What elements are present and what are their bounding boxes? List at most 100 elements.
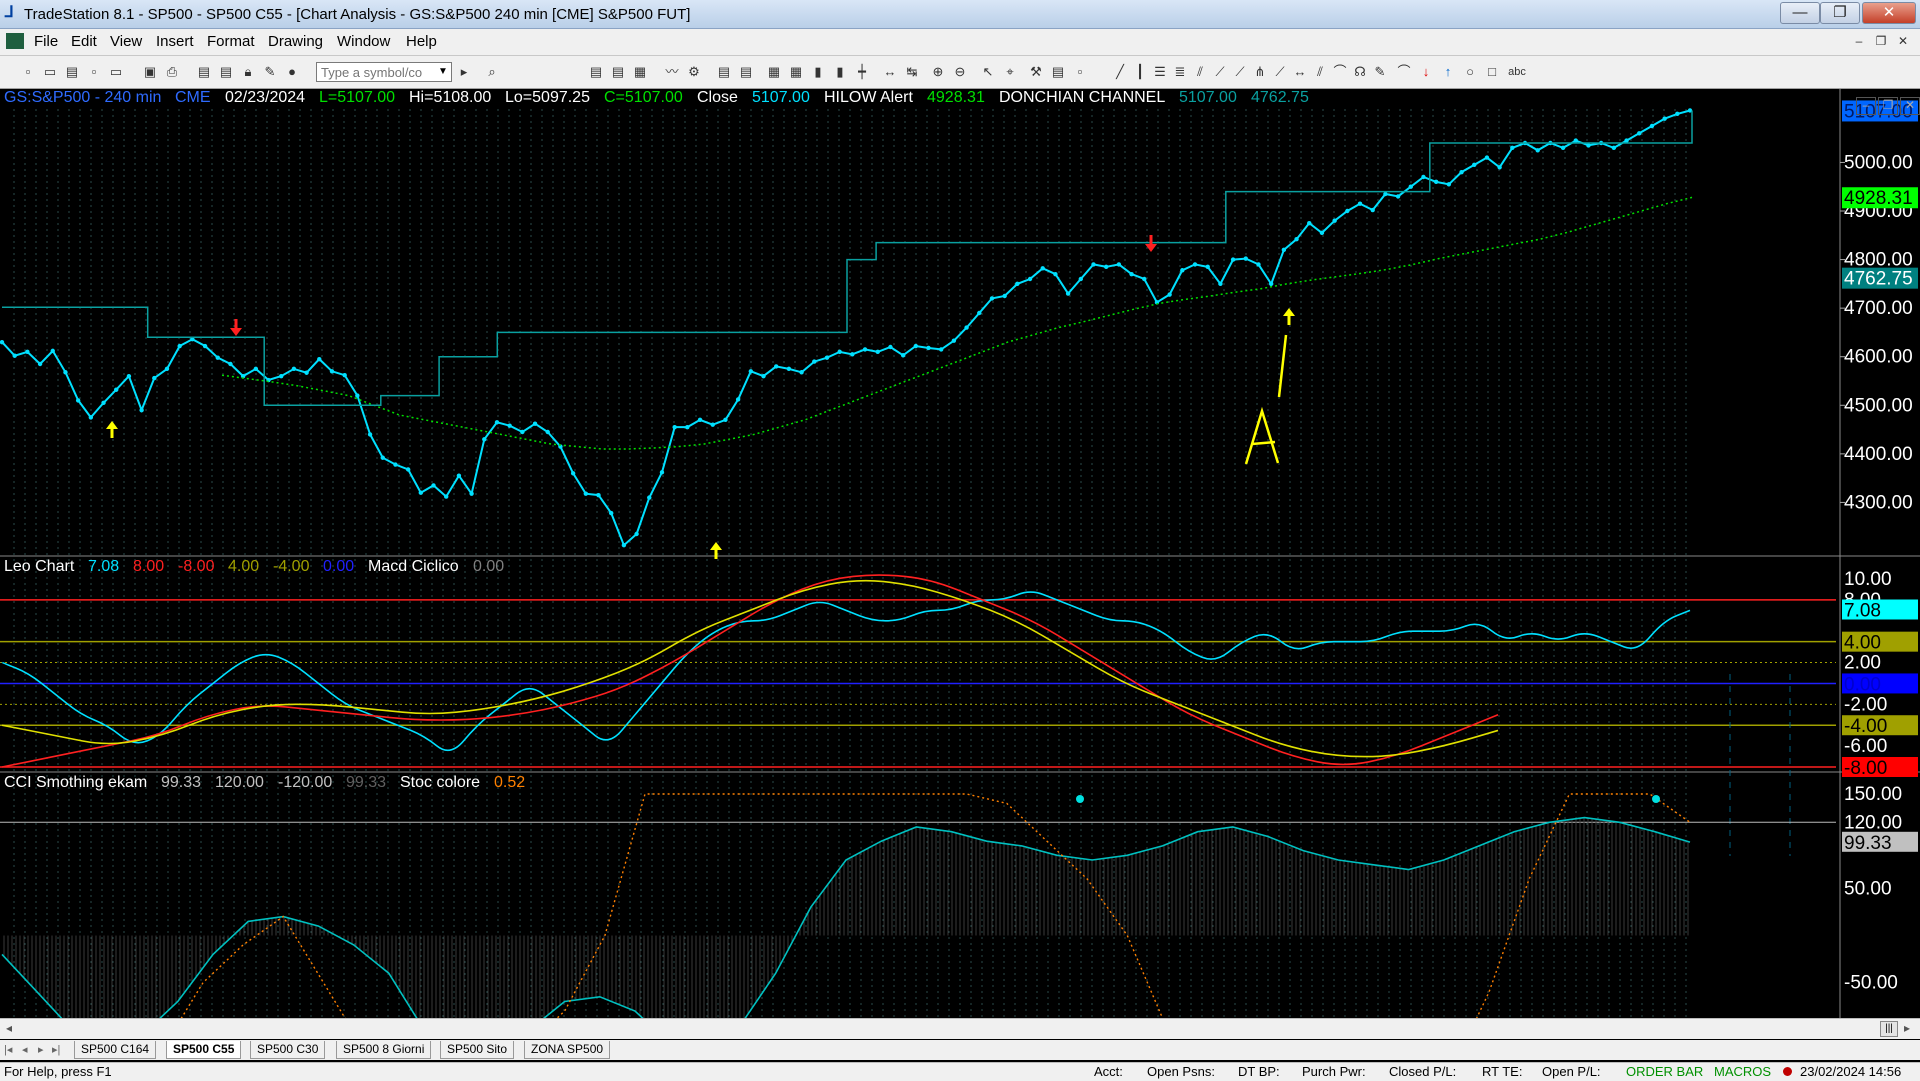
mdi-restore-button[interactable]: ❐ [1872,33,1890,49]
menu-view[interactable]: View [110,33,142,50]
macros-button[interactable]: MACROS [1714,1064,1771,1079]
pointer-icon[interactable]: ↖ [980,64,996,80]
symbol-lookup-icon[interactable]: ⌕ [484,64,500,80]
window-cascade-icon[interactable]: ▤ [610,64,626,80]
scroll-right-arrow-icon[interactable]: ▸ [1904,1021,1910,1035]
hammer-tool-icon[interactable]: ⚒ [1028,64,1044,80]
open-icon[interactable]: ▭ [108,64,124,80]
compress-bars-icon[interactable]: ↹ [904,64,920,80]
vertical-lines-icon[interactable]: ┃ [1132,64,1148,80]
globe-icon[interactable]: ● [284,64,300,80]
mdi-minimize-button[interactable]: – [1850,33,1868,49]
parallel-lines-icon[interactable]: ⫽ [1312,64,1328,80]
close-point [977,310,982,316]
sell-arrow-icon [1145,235,1157,252]
pane-minimize-button[interactable]: – [1856,97,1876,115]
new-window-icon[interactable]: ▫ [86,64,102,80]
menu-drawing[interactable]: Drawing [268,33,323,50]
close-point [393,462,398,467]
pane-close-button[interactable]: ✕ [1900,97,1920,115]
gann-fan-icon[interactable]: ⟋ [1212,64,1228,80]
channel-icon[interactable]: ⫽ [1192,64,1208,80]
tab-sp500-c55[interactable]: SP500 C55 [166,1041,242,1059]
menu-format[interactable]: Format [207,33,255,50]
fibonacci-icon[interactable]: ≣ [1172,64,1188,80]
window-tile-icon[interactable]: ▤ [588,64,604,80]
tab-sp500-c164[interactable]: SP500 C164 [74,1041,157,1059]
grid-icon[interactable]: ▦ [632,64,648,80]
ellipse-icon[interactable]: ○ [1462,64,1478,80]
symbol-input[interactable] [316,62,452,82]
zoom-out-icon[interactable]: ⊖ [952,64,968,80]
new-document-icon[interactable]: ▫ [20,64,36,80]
data-tip-icon[interactable]: ⌖ [1002,64,1018,80]
arc-fan-icon[interactable]: ☊ [1352,64,1368,80]
series-leo-chart [1,591,1691,752]
layout-icon[interactable]: ▤ [218,64,234,80]
tab-prev-icon[interactable]: ◂ [22,1043,28,1056]
scroll-thumb[interactable]: ||| [1880,1021,1898,1037]
expand-bars-icon[interactable]: ↔ [882,64,898,80]
delete-icon[interactable]: ▫ [1072,64,1088,80]
arrow-up-icon[interactable]: ↑ [1440,64,1456,80]
regression-icon[interactable]: ⟋ [1272,64,1288,80]
minimize-button[interactable]: — [1780,2,1820,24]
tab-zona-sp500[interactable]: ZONA SP500 [524,1041,611,1059]
mdi-close-button[interactable]: ✕ [1894,33,1912,49]
menu-window[interactable]: Window [337,33,390,50]
symbol-dropdown-arrow-icon[interactable]: ▼ [436,63,450,81]
trendline-icon[interactable]: ╱ [1112,64,1128,80]
bar-chart-icon[interactable]: ▮ [810,64,826,80]
curve-icon[interactable]: ⌒ [1396,64,1412,80]
print-icon[interactable]: ⎙ [164,64,180,80]
candlestick-icon[interactable]: ▮ [832,64,848,80]
matrix-icon[interactable]: ▦ [788,64,804,80]
close-point [1675,111,1680,117]
speed-lines-icon[interactable]: ⟋ [1232,64,1248,80]
lock-icon[interactable]: 🔒︎ [240,64,256,80]
format-window-icon[interactable]: ▤ [716,64,732,80]
order-bar-button[interactable]: ORDER BAR [1626,1064,1703,1079]
menu-help[interactable]: Help [406,33,437,50]
refresh-icon[interactable]: ▤ [196,64,212,80]
open-folder-icon[interactable]: ▭ [42,64,58,80]
ohlc-bar-icon[interactable]: ┿ [854,64,870,80]
arc-icon[interactable]: ⌒ [1332,64,1348,80]
leo-tag: 7.08 [1844,600,1881,621]
tradestation-app-icon[interactable]: ᒧ [4,5,20,21]
close-point [1510,145,1515,151]
scanner-icon[interactable]: ▦ [766,64,782,80]
chart-window[interactable]: 5000.00 4900.00 4800.00 4700.00 4600.00 4500.… [0,89,1920,1027]
horizontal-scrollbar[interactable]: ◂ ||| ▸ [0,1018,1920,1039]
text-tool-icon[interactable]: abc [1506,64,1528,80]
scroll-left-arrow-icon[interactable]: ◂ [6,1021,12,1035]
freehand-icon[interactable]: ✎ [1372,64,1388,80]
clipboard-icon[interactable]: ▤ [1050,64,1066,80]
maximize-button[interactable]: ❐ [1820,2,1860,24]
tab-next-icon[interactable]: ▸ [38,1043,44,1056]
rectangle-icon[interactable]: □ [1484,64,1500,80]
pane-restore-button[interactable]: ❐ [1878,97,1898,115]
arrow-horizontal-icon[interactable]: ↔ [1292,64,1308,80]
play-arrow-icon[interactable]: ▸ [456,64,472,80]
horizontal-lines-icon[interactable]: ☰ [1152,64,1168,80]
close-button[interactable]: ✕ [1862,2,1916,24]
arrow-down-icon[interactable]: ↓ [1418,64,1434,80]
indicator-icon[interactable]: 〰 [664,64,680,80]
tab-sp500-8-giorni[interactable]: SP500 8 Giorni [336,1041,432,1059]
tab-sp500-c30[interactable]: SP500 C30 [250,1041,326,1059]
andrews-pitchfork-icon[interactable]: ⋔ [1252,64,1268,80]
save-icon[interactable]: ▣ [142,64,158,80]
chart-window-icon[interactable] [6,33,24,49]
tab-first-icon[interactable]: |◂ [4,1043,12,1056]
workspace-icon[interactable]: ▤ [64,64,80,80]
strategy-icon[interactable]: ⚙ [686,64,702,80]
menu-file[interactable]: File [34,33,58,50]
insert-window-icon[interactable]: ▤ [738,64,754,80]
menu-insert[interactable]: Insert [156,33,194,50]
zoom-in-icon[interactable]: ⊕ [930,64,946,80]
tools-icon[interactable]: ✎ [262,64,278,80]
menu-edit[interactable]: Edit [71,33,97,50]
tab-sp500-sito[interactable]: SP500 Sito [440,1041,515,1059]
tab-last-icon[interactable]: ▸| [52,1043,60,1056]
